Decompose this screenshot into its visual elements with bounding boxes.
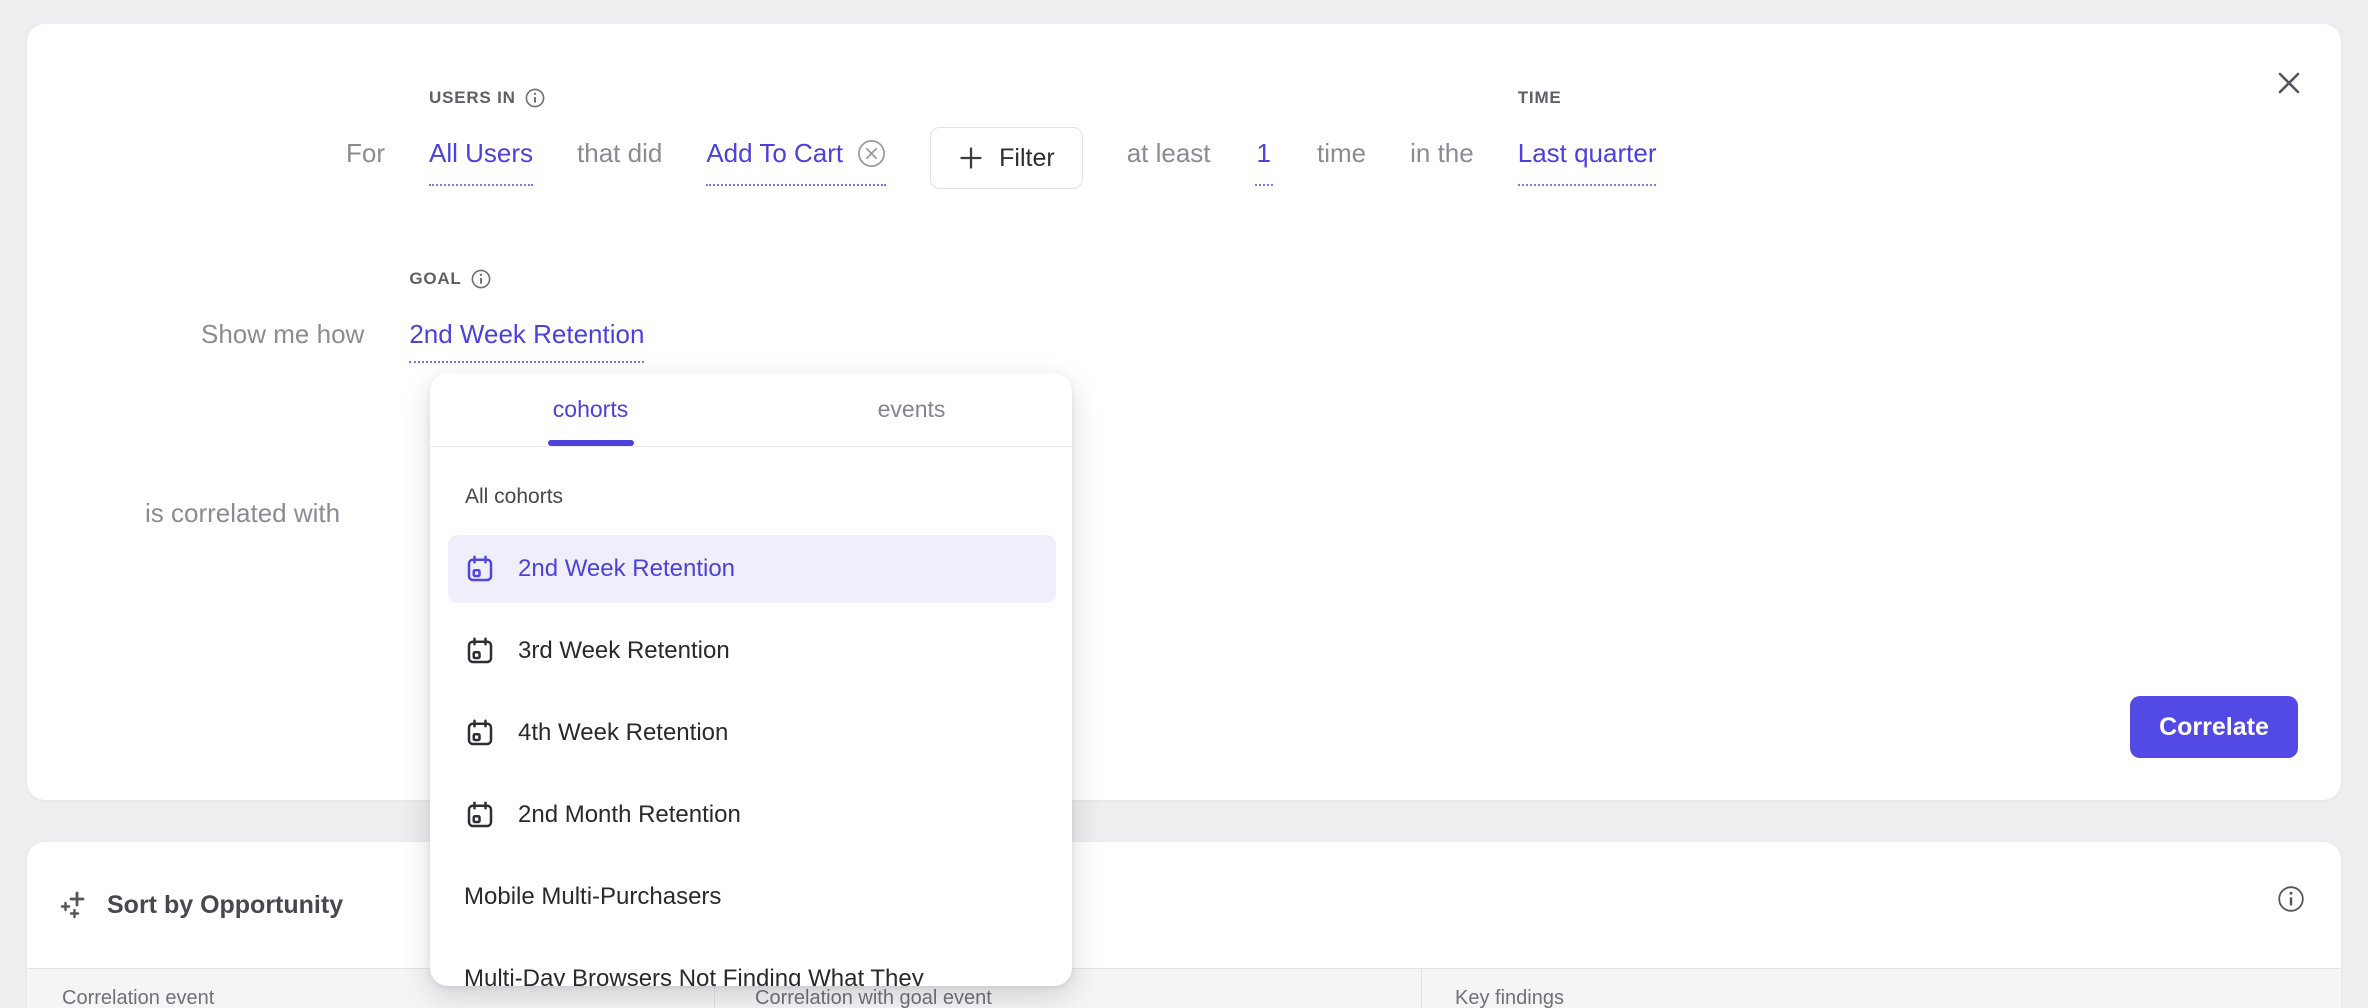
cohort-selector-link[interactable]: All Users [429, 134, 533, 186]
goal-selector-link[interactable]: 2nd Week Retention [409, 315, 644, 363]
tab-events[interactable]: events [751, 373, 1072, 446]
correlation-builder-screen: For USERS IN All Users that did Add To C… [0, 0, 2368, 1008]
filter-button-label: Filter [999, 144, 1055, 173]
correlate-button[interactable]: Correlate [2130, 696, 2298, 758]
results-card: Sort by Opportunity Correlation event Co… [27, 842, 2341, 1008]
goal-row: Show me how GOAL 2nd Week Retention [201, 315, 644, 363]
add-filter-button[interactable]: Filter [930, 127, 1083, 189]
plus-icon [958, 145, 984, 171]
goal-label: GOAL [409, 269, 490, 289]
calendar-icon [465, 718, 495, 748]
list-item-label: Mobile Multi-Purchasers [464, 883, 721, 911]
cohort-section-label: All cohorts [465, 485, 1072, 511]
goal-label-text: GOAL [409, 269, 461, 289]
list-item[interactable]: Multi-Day Browsers Not Finding What They [448, 945, 1056, 986]
cohort-list: 2nd Week Retention 3rd Week Retention 4t… [430, 535, 1072, 986]
results-table-header: Correlation event Correlation with goal … [27, 968, 2341, 1008]
cohort-picker-dropdown: cohorts events All cohorts 2nd Week Rete… [430, 373, 1072, 986]
users-in-label-text: USERS IN [429, 88, 516, 108]
users-in-label: USERS IN [429, 88, 545, 108]
show-me-how-word: Show me how [201, 315, 364, 353]
that-did-word: that did [577, 134, 662, 172]
column-header-correlation-with-goal: Correlation with goal event [755, 987, 992, 1008]
calendar-icon [465, 800, 495, 830]
list-item[interactable]: Mobile Multi-Purchasers [448, 863, 1056, 931]
time-range-link[interactable]: Last quarter [1518, 134, 1657, 186]
tab-events-label: events [878, 396, 946, 423]
calendar-icon [465, 554, 495, 584]
in-the-word: in the [1410, 134, 1474, 172]
time-range-field: TIME Last quarter [1518, 134, 1657, 186]
list-item[interactable]: 2nd Month Retention [448, 781, 1056, 849]
is-correlated-with-word: is correlated with [145, 494, 340, 532]
event-field: Add To Cart [706, 134, 886, 186]
times-count-link[interactable]: 1 [1255, 134, 1273, 186]
picker-tabs: cohorts events [430, 373, 1072, 447]
list-item-label: Multi-Day Browsers Not Finding What They [464, 965, 924, 986]
list-item-label: 2nd Week Retention [518, 555, 735, 583]
column-divider [1421, 969, 1422, 1008]
sort-by-opportunity-label: Sort by Opportunity [107, 891, 343, 920]
goal-field: GOAL 2nd Week Retention [409, 315, 644, 363]
event-selector[interactable]: Add To Cart [706, 134, 886, 186]
sort-by-opportunity-row[interactable]: Sort by Opportunity [27, 842, 2341, 968]
info-icon[interactable] [2277, 885, 2305, 913]
info-icon[interactable] [471, 269, 491, 289]
list-item-label: 3rd Week Retention [518, 637, 730, 665]
query-sentence-row: For USERS IN All Users that did Add To C… [346, 134, 1656, 189]
for-word: For [346, 134, 385, 172]
event-link[interactable]: Add To Cart [706, 134, 843, 172]
sparkles-plus-icon [60, 890, 90, 920]
close-icon[interactable] [2267, 61, 2311, 105]
list-item[interactable]: 3rd Week Retention [448, 617, 1056, 685]
list-item-label: 4th Week Retention [518, 719, 728, 747]
time-word: time [1317, 134, 1366, 172]
circle-x-icon[interactable] [857, 139, 886, 168]
at-least-word: at least [1127, 134, 1211, 172]
tab-cohorts[interactable]: cohorts [430, 373, 751, 446]
column-header-correlation-event: Correlation event [62, 987, 214, 1008]
list-item[interactable]: 4th Week Retention [448, 699, 1056, 767]
list-item-label: 2nd Month Retention [518, 801, 741, 829]
users-in-field: USERS IN All Users [429, 134, 533, 186]
time-label: TIME [1518, 88, 1562, 108]
list-item[interactable]: 2nd Week Retention [448, 535, 1056, 603]
tab-cohorts-label: cohorts [553, 396, 628, 423]
query-builder-card: For USERS IN All Users that did Add To C… [27, 24, 2341, 800]
active-tab-indicator [548, 440, 634, 446]
calendar-icon [465, 636, 495, 666]
info-icon[interactable] [525, 88, 545, 108]
column-header-key-findings: Key findings [1455, 987, 1564, 1008]
